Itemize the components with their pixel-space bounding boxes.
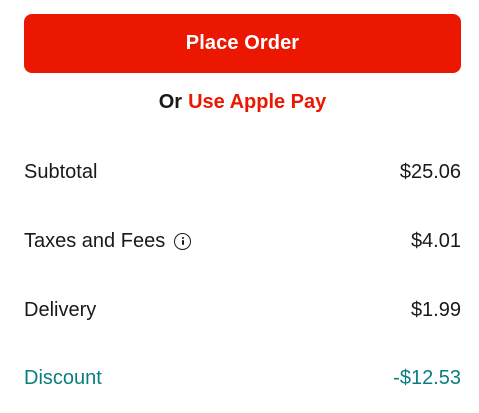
subtotal-label: Subtotal	[24, 160, 98, 183]
discount-value: -$12.53	[393, 366, 461, 389]
summary-row-subtotal: Subtotal $25.06	[24, 155, 461, 189]
apple-pay-link[interactable]: Use Apple Pay	[188, 91, 326, 114]
taxes-fees-label-group: Taxes and Fees	[24, 229, 192, 253]
subtotal-value: $25.06	[399, 160, 461, 183]
summary-row-delivery: Delivery $1.99	[24, 293, 461, 327]
alternate-payment: Or Use Apple Pay	[24, 88, 461, 116]
taxes-fees-label: Taxes and Fees	[24, 229, 166, 252]
taxes-fees-value: $4.01	[410, 229, 461, 252]
alternate-payment-prefix: Or	[158, 90, 183, 113]
delivery-value: $1.99	[410, 298, 461, 321]
info-icon[interactable]	[174, 232, 192, 250]
delivery-label: Delivery	[24, 298, 97, 321]
summary-row-discount: Discount -$12.53	[24, 361, 461, 395]
place-order-button[interactable]: Place Order	[24, 14, 461, 73]
summary-row-taxes-fees: Taxes and Fees $4.01	[24, 224, 461, 258]
discount-label: Discount	[24, 366, 102, 389]
